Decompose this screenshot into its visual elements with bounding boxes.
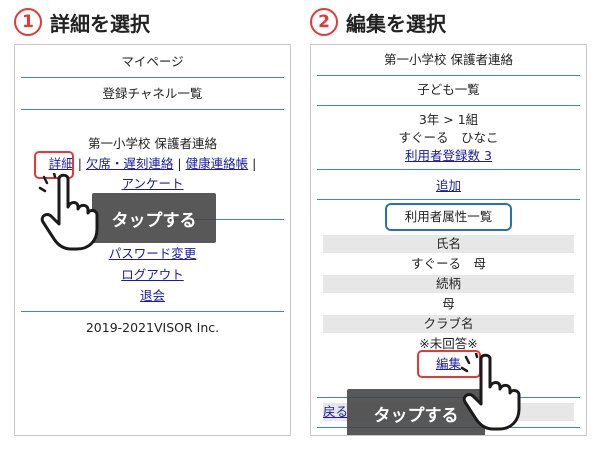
pointing-hand-icon	[460, 353, 521, 431]
divider	[21, 77, 284, 78]
phone-screen-1: マイページ 登録チャネル一覧 第一小学校 保護者連絡 詳細 | 欠席・遅刻連絡 …	[14, 44, 291, 436]
divider	[317, 75, 580, 76]
add-link[interactable]: 追加	[436, 178, 461, 193]
survey-link[interactable]: アンケート	[121, 176, 183, 191]
divider	[21, 311, 284, 312]
name-value: すぐーる 母	[410, 256, 486, 271]
mypage-heading: マイページ	[121, 54, 184, 69]
step-1-title: 1 詳細を選択	[14, 6, 150, 38]
absence-link[interactable]: 欠席・遅刻連絡	[86, 156, 174, 171]
link-separator: |	[177, 156, 182, 171]
name-label: 氏名	[435, 236, 461, 251]
step-2-title: 2 編集を選択	[310, 6, 446, 38]
step-number-badge: 2	[310, 8, 338, 36]
back-link[interactable]: 戻る	[323, 404, 348, 419]
add-row: 追加	[311, 177, 586, 195]
divider	[317, 105, 580, 106]
link-separator: |	[252, 156, 257, 171]
copyright-footer: 2019-2021VISOR Inc.	[85, 320, 220, 335]
children-heading: 子ども一覧	[417, 82, 480, 97]
logout-row: ログアウト	[15, 266, 290, 284]
step-number-badge: 1	[14, 8, 42, 36]
divider	[21, 109, 284, 110]
child-name: すぐーる ひなこ	[398, 130, 499, 145]
health-link[interactable]: 健康連絡帳	[186, 156, 249, 171]
tap-instruction: タップする	[92, 193, 216, 243]
logout-link[interactable]: ログアウト	[121, 267, 184, 282]
relation-value: 母	[442, 296, 455, 311]
divider	[317, 199, 580, 200]
relation-label: 続柄	[435, 276, 461, 291]
user-count-link[interactable]: 利用者登録数 3	[405, 148, 492, 163]
password-change-link[interactable]: パスワード変更	[109, 246, 197, 261]
attr-list-heading: 利用者属性一覧	[385, 203, 512, 231]
pointing-hand-icon	[38, 173, 99, 251]
link-separator: |	[77, 156, 82, 171]
school-heading: 第一小学校 保護者連絡	[384, 52, 513, 67]
step-label: 詳細を選択	[50, 11, 150, 36]
phone-screen-2: 第一小学校 保護者連絡 子ども一覧 3年 > 1組 すぐーる ひなこ 利用者登録…	[310, 44, 587, 436]
back-row: 戻る	[323, 403, 348, 421]
grade-class: 3年 > 1組	[418, 112, 479, 127]
user-count-row: 利用者登録数 3	[311, 147, 586, 165]
divider	[317, 169, 580, 170]
withdraw-row: 退会	[15, 287, 290, 305]
step-label: 編集を選択	[346, 11, 446, 36]
club-label: クラブ名	[423, 316, 474, 331]
withdraw-link[interactable]: 退会	[140, 288, 165, 303]
channel-list-heading: 登録チャネル一覧	[102, 86, 203, 101]
